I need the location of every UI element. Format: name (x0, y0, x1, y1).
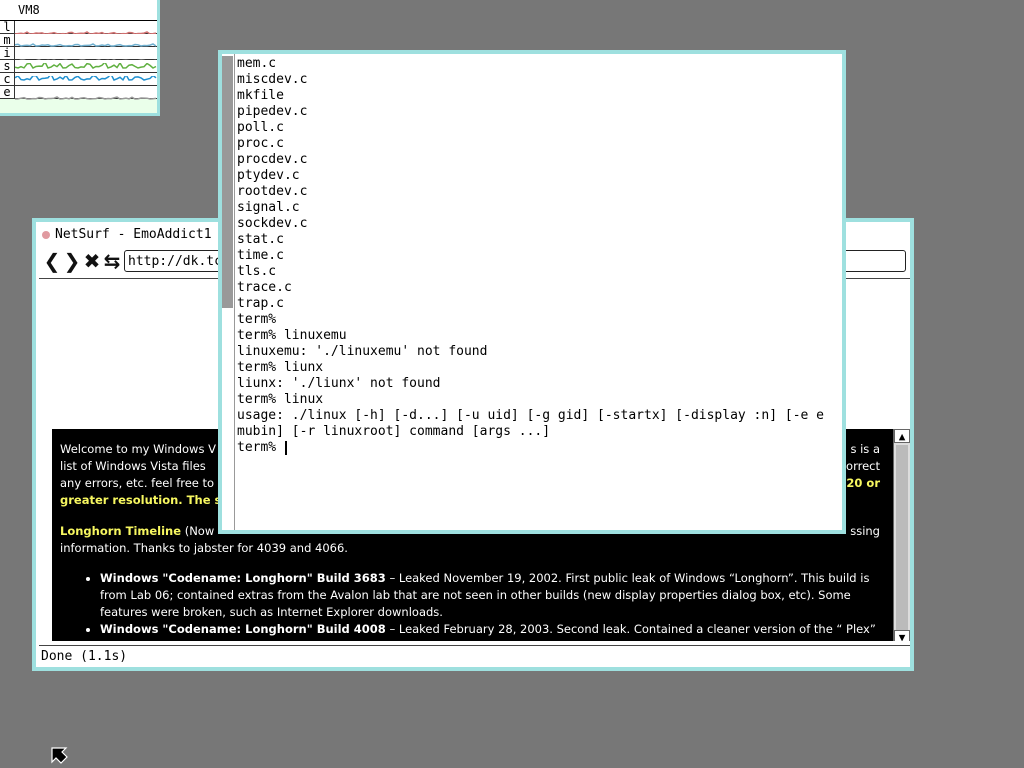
timeline-link[interactable]: Longhorn Timeline (60, 524, 181, 538)
intro-line-3: any errors, etc. feel free to (60, 476, 215, 490)
terminal-output[interactable]: mem.c miscdev.c mkfile pipedev.c poll.c proc.… (237, 56, 841, 456)
intro-line-2: list of Windows Vista files (60, 459, 206, 473)
status-bar: Done (1.1s) (39, 645, 910, 668)
terminal-line: term% linux (237, 392, 324, 407)
stats-window[interactable]: VM8 lmisce (0, 0, 160, 116)
stats-title: VM8 (0, 0, 157, 21)
stats-row: e (0, 86, 157, 100)
terminal-scrollbar[interactable] (222, 54, 235, 530)
stats-row-label: s (0, 60, 15, 72)
netsurf-title-bar[interactable]: NetSurf - EmoAddict1 (42, 226, 212, 244)
text-cursor (284, 440, 287, 455)
terminal-line: trace.c (237, 280, 292, 295)
stats-row: l (0, 21, 157, 35)
terminal-line: ptydev.c (237, 168, 300, 183)
build-list: Windows "Codename: Longhorn" Build 3683 … (82, 570, 894, 641)
terminal-line: stat.c (237, 232, 284, 247)
page-scrollbar[interactable]: ▲ ▼ (893, 429, 910, 641)
terminal-line: miscdev.c (237, 72, 308, 87)
stats-rows: lmisce (0, 21, 157, 100)
stats-row: s (0, 60, 157, 73)
list-item: Windows "Codename: Longhorn" Build 4008 … (100, 621, 894, 641)
scroll-thumb[interactable] (896, 445, 908, 635)
terminal-line: sockdev.c (237, 216, 308, 231)
stats-row: m (0, 34, 157, 47)
stats-row-label: l (0, 21, 15, 33)
stats-graph (14, 72, 157, 85)
stats-row-label: c (0, 73, 15, 85)
terminal-line: trap.c (237, 296, 284, 311)
stop-icon[interactable]: ✖ (82, 249, 102, 273)
intro-line-1-end: s is a (850, 442, 880, 456)
terminal-line: mkfile (237, 88, 284, 103)
stats-row: i (0, 47, 157, 62)
window-icon (42, 230, 50, 239)
terminal-scroll-thumb[interactable] (222, 56, 233, 308)
terminal-prompt: term% (237, 440, 284, 455)
terminal-line: term% linuxemu (237, 328, 347, 343)
stats-graph (14, 60, 157, 72)
terminal-line: proc.c (237, 136, 284, 151)
build-title: Windows "Codename: Longhorn" Build 3683 (100, 571, 386, 585)
netsurf-title: NetSurf - EmoAddict1 (55, 227, 212, 242)
forward-icon[interactable]: ❯ (62, 249, 82, 273)
terminal-line: term% liunx (237, 360, 324, 375)
back-icon[interactable]: ❮ (42, 249, 62, 273)
mouse-pointer-icon (51, 747, 68, 764)
list-item: Windows "Codename: Longhorn" Build 3683 … (100, 570, 894, 621)
stats-graph (14, 86, 157, 100)
build-title: Windows "Codename: Longhorn" Build 4008 (100, 622, 386, 636)
scroll-down-icon[interactable]: ▼ (894, 630, 910, 641)
intro-line-3-end: 20 or (846, 476, 880, 490)
stats-row: c (0, 72, 157, 86)
reload-icon[interactable]: ⇆ (102, 249, 122, 273)
stats-graph (14, 47, 157, 62)
stats-row-label: m (0, 34, 15, 46)
intro-line-4: greater resolution. The s (60, 493, 222, 507)
terminal-line: mem.c (237, 56, 277, 71)
timeline-line-2: information. Thanks to jabster for 4039 … (60, 541, 348, 555)
terminal-line: procdev.c (237, 152, 308, 167)
intro-line-1: Welcome to my Windows V (60, 442, 216, 456)
timeline-end: ssing (850, 524, 880, 538)
terminal-line: liunx: './liunx' not found (237, 376, 441, 391)
terminal-prompt-line[interactable]: term% (237, 440, 841, 456)
stats-graph (14, 21, 157, 35)
scroll-up-icon[interactable]: ▲ (894, 429, 910, 443)
terminal-line: signal.c (237, 200, 300, 215)
terminal-line: rootdev.c (237, 184, 308, 199)
terminal-line: poll.c (237, 120, 284, 135)
terminal-line: time.c (237, 248, 284, 263)
timeline-rest: (Now (184, 524, 215, 538)
terminal-line: mubin] [-r linuxroot] command [args ...] (237, 424, 551, 439)
terminal-window[interactable]: mem.c miscdev.c mkfile pipedev.c poll.c proc.… (218, 50, 846, 534)
stats-graph (14, 34, 157, 47)
stats-row-label: i (0, 47, 15, 59)
stats-row-label: e (0, 86, 15, 98)
terminal-line: pipedev.c (237, 104, 308, 119)
terminal-line: linuxemu: './linuxemu' not found (237, 344, 488, 359)
terminal-line: usage: ./linux [-h] [-d...] [-u uid] [-g… (237, 408, 824, 423)
terminal-line: term% (237, 312, 277, 327)
terminal-line: tls.c (237, 264, 277, 279)
